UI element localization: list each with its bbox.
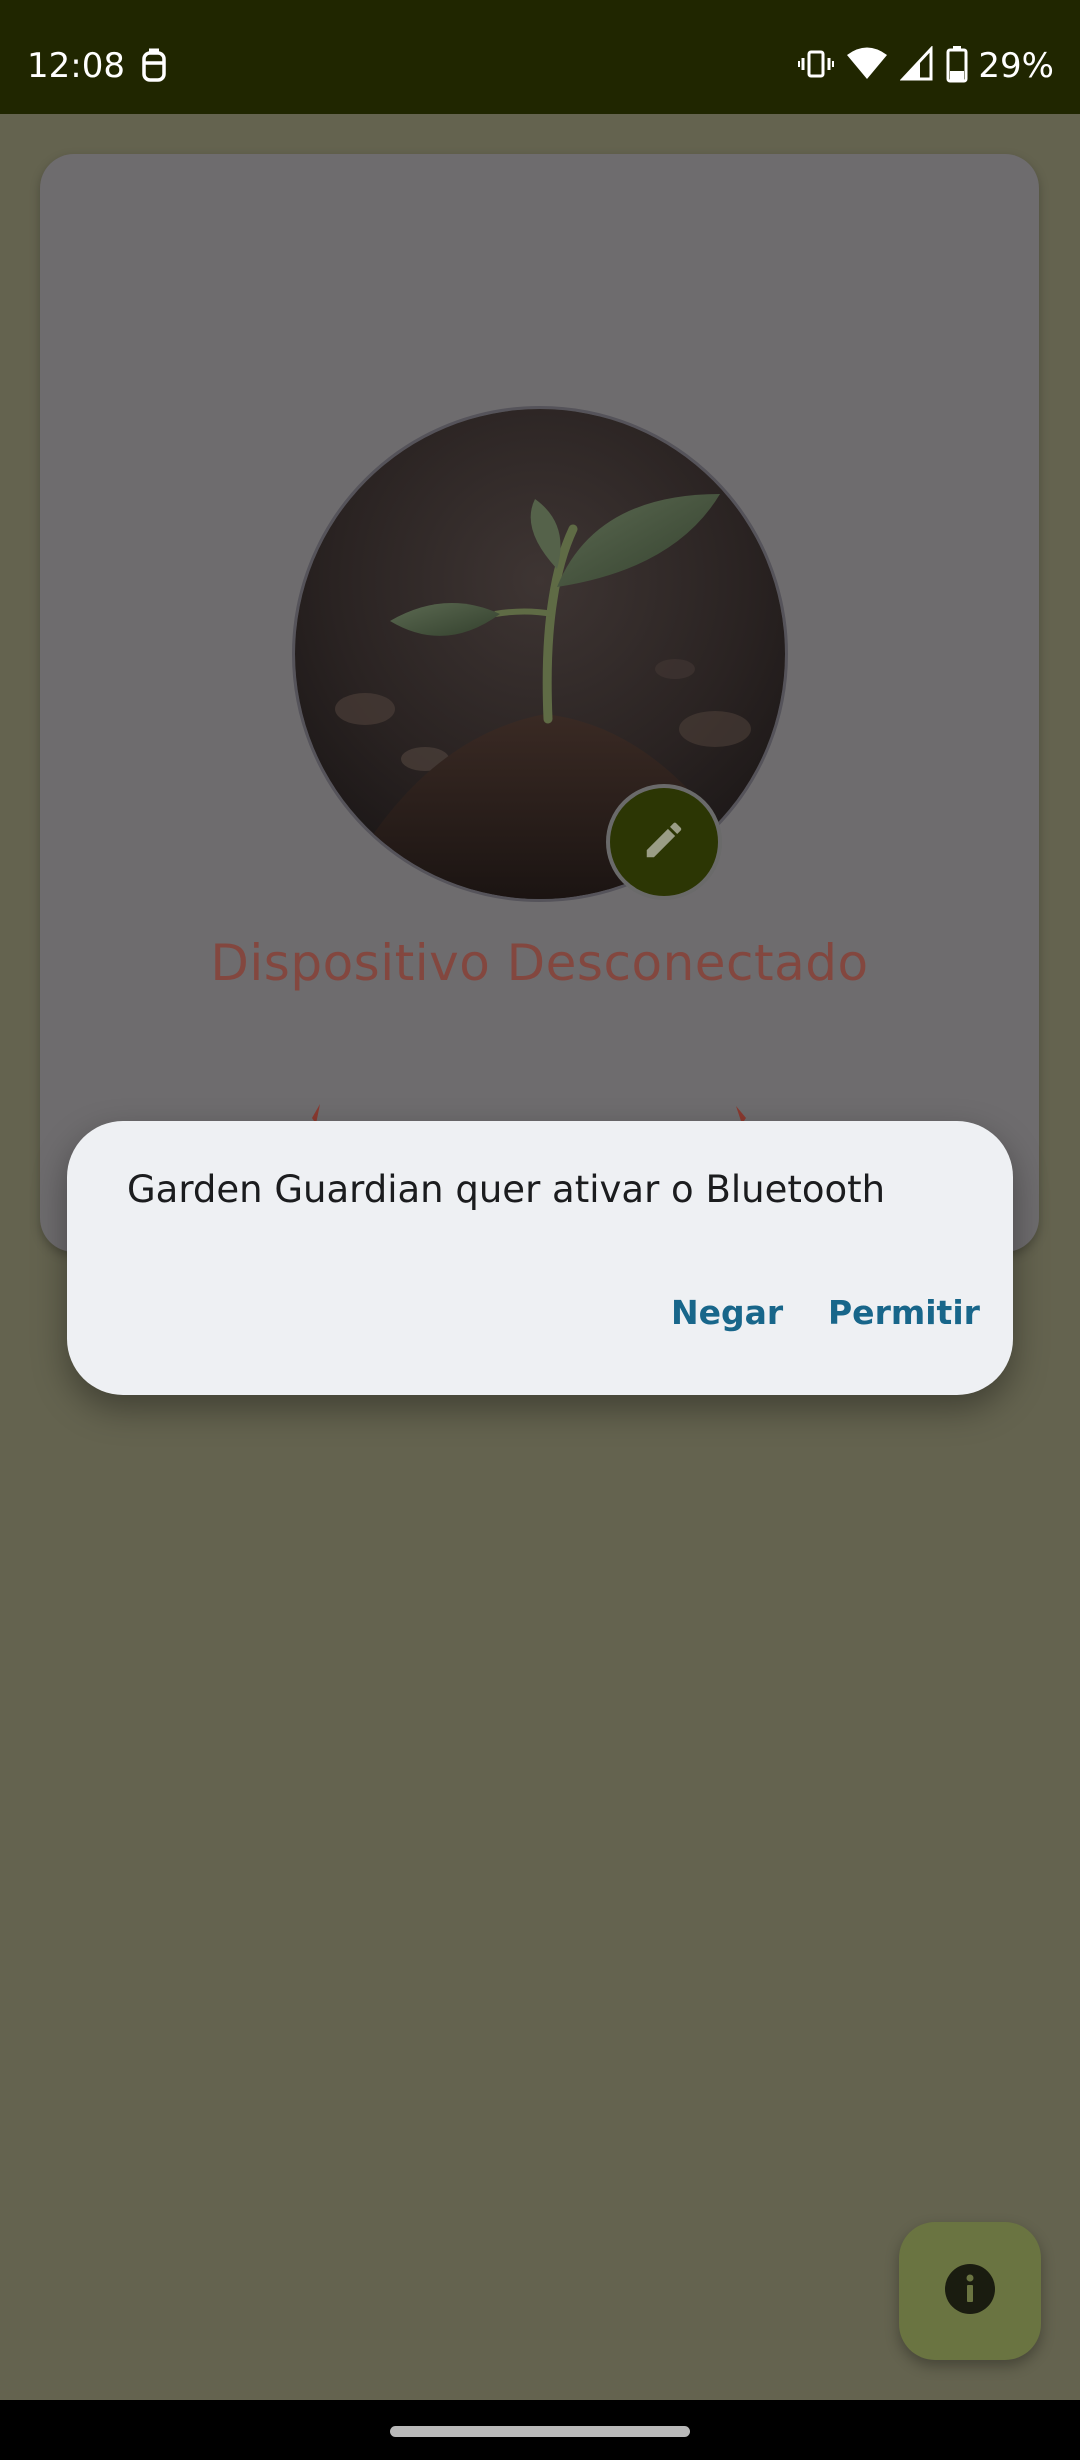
status-bar: 12:08 29%: [0, 0, 1080, 114]
deny-button[interactable]: Negar: [671, 1291, 783, 1335]
edit-photo-button[interactable]: [606, 784, 722, 900]
bluetooth-permission-dialog: Garden Guardian quer ativar o Bluetooth …: [67, 1121, 1013, 1395]
info-icon: [944, 2263, 996, 2319]
pencil-icon: [641, 817, 687, 867]
dialog-message: Garden Guardian quer ativar o Bluetooth: [127, 1168, 886, 1211]
device-status-text: Dispositivo Desconectado: [210, 934, 869, 992]
status-time: 12:08: [27, 46, 125, 86]
home-handle[interactable]: [390, 2426, 690, 2437]
info-button[interactable]: [899, 2222, 1041, 2360]
wifi-icon: [846, 46, 888, 86]
status-indicators: 29%: [798, 44, 1054, 88]
vibrate-icon: [798, 46, 835, 86]
battery-percent: 29%: [978, 46, 1054, 86]
battery-icon: [946, 45, 968, 87]
signal-icon: [899, 45, 934, 86]
clipboard-icon: [139, 48, 169, 84]
allow-button[interactable]: Permitir: [828, 1291, 980, 1335]
navigation-bar: [0, 2400, 1080, 2460]
